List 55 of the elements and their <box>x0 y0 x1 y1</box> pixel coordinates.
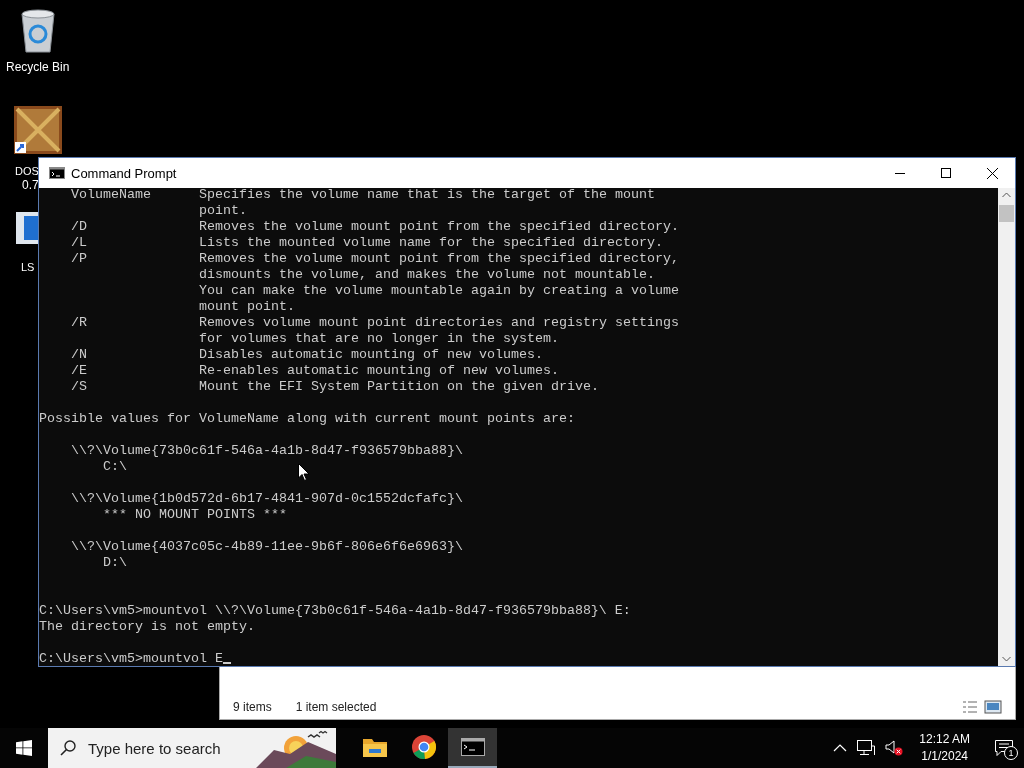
muted-speaker-icon[interactable] <box>885 740 904 756</box>
icon-label: Recycle Bin <box>6 60 70 74</box>
console-line: C:\ <box>103 459 127 475</box>
status-text: 1 item selected <box>295 700 377 714</box>
console-line: dismounts the volume, and makes the volume not mountable. <box>199 267 655 283</box>
console-line: /S Mount the EFI System Partition on the given drive. <box>71 379 599 395</box>
console-icon <box>460 738 485 756</box>
console-icon <box>49 167 65 179</box>
console-line: C:\Users\vm5>mountvol \\?\Volume{73b0c61f-546a-4a1b-8d47-f936579bba88}\ E: <box>39 603 631 619</box>
icon-label: LS <box>21 260 35 274</box>
search-icon <box>60 740 76 756</box>
folder-icon <box>362 737 387 757</box>
icon-label: DOS <box>15 164 39 178</box>
status-text: 9 items <box>233 700 272 714</box>
window-title: Command Prompt <box>71 165 178 181</box>
console-line: /E Re-enables automatic mounting of new volumes. <box>71 363 559 379</box>
console-line: You can make the volume mountable again by creating a volume <box>199 283 679 299</box>
maximize-icon <box>941 168 951 178</box>
window-panes-icon <box>16 740 32 756</box>
console-line: \\?\Volume{4037c05c-4b89-11ee-9b6f-806e6f6e6963}\ <box>71 539 463 555</box>
search-field[interactable]: Type here to search <box>88 728 256 768</box>
network-icon[interactable] <box>857 740 876 756</box>
console-line: /L Lists the mounted volume name for the specified directory. <box>71 235 663 251</box>
console-line: C:\Users\vm5>mountvol E <box>39 651 223 666</box>
console-line: for volumes that are no longer in the system. <box>199 331 559 347</box>
scrollbar[interactable] <box>998 188 1015 666</box>
console-line: VolumeName Specifies the volume name that is the target of the mount <box>71 187 655 203</box>
console-line: point. <box>199 203 247 219</box>
speech-bubble-icon <box>995 740 1013 756</box>
taskbar-app-button[interactable] <box>448 728 497 768</box>
large-icons-view-icon[interactable] <box>984 700 1002 714</box>
scrollbar-thumb[interactable] <box>999 205 1014 222</box>
crate-icon[interactable] <box>14 106 62 154</box>
console-line: Possible values for VolumeName along with current mount points are: <box>39 411 575 427</box>
clock-date: 1/1/2024 <box>921 748 968 765</box>
console-line: *** NO MOUNT POINTS *** <box>103 507 287 523</box>
search-button[interactable] <box>48 728 88 768</box>
mouse-pointer-icon <box>298 463 310 482</box>
browser-icon <box>411 735 436 759</box>
console-line: mount point. <box>199 299 295 315</box>
console-line: /R Removes volume mount point directories and registry settings <box>71 315 679 331</box>
console-line: D:\ <box>103 555 127 571</box>
window-icon[interactable] <box>16 212 38 244</box>
console-line: The directory is not empty. <box>39 619 255 635</box>
notification-count: 1 <box>1004 746 1018 760</box>
console-line: /N Disables automatic mounting of new volumes. <box>71 347 543 363</box>
console-line: /D Removes the volume mount point from the specified directory. <box>71 219 679 235</box>
chevron-up-icon[interactable] <box>833 744 848 752</box>
notifications-button[interactable]: 1 <box>984 728 1024 768</box>
icon-label: 0.7 <box>22 178 39 192</box>
console-line: /P Removes the volume mount point from the specified directory, <box>71 251 679 267</box>
console-line: \\?\Volume{1b0d572d-6b17-4841-907d-0c1552dcfafc}\ <box>71 491 463 507</box>
console-line: \\?\Volume{73b0c61f-546a-4a1b-8d47-f936579bba88}\ <box>71 443 463 459</box>
clock-time: 12:12 AM <box>919 731 970 748</box>
close-icon <box>986 167 998 179</box>
